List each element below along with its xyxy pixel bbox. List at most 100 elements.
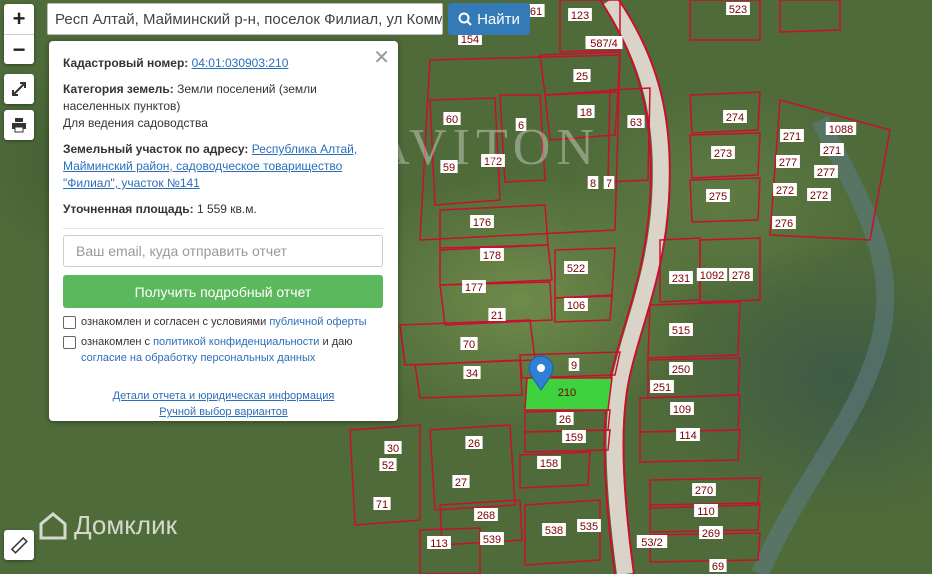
domclick-logo: Домклик xyxy=(38,510,177,541)
plot-label[interactable]: 1092 xyxy=(700,270,724,282)
plot-label[interactable]: 114 xyxy=(679,430,697,442)
measure-button[interactable] xyxy=(4,530,34,560)
offer-link[interactable]: публичной оферты xyxy=(269,316,366,328)
divider xyxy=(63,228,384,229)
plot-label[interactable]: 522 xyxy=(567,263,585,275)
offer-consent: ознакомлен и согласен с условиями публич… xyxy=(63,314,384,330)
area-value: 1 559 кв.м. xyxy=(196,202,257,216)
usage-value: Для ведения садоводства xyxy=(63,116,208,130)
plot-label[interactable]: 53/2 xyxy=(641,537,662,549)
plot-label[interactable]: 71 xyxy=(376,499,388,511)
plot-label[interactable]: 535 xyxy=(580,521,598,533)
privacy-mid: и даю xyxy=(322,336,353,348)
plot-label[interactable]: 269 xyxy=(702,528,720,540)
plot-label[interactable]: 113 xyxy=(430,538,448,550)
plot-label[interactable]: 250 xyxy=(672,364,690,376)
plot-label[interactable]: 273 xyxy=(714,148,732,160)
find-button-label: Найти xyxy=(477,10,520,28)
plot-label[interactable]: 177 xyxy=(465,282,483,294)
print-button[interactable] xyxy=(4,110,34,140)
plot-label[interactable]: 27 xyxy=(455,477,467,489)
plot-label[interactable]: 278 xyxy=(732,270,750,282)
plot-label[interactable]: 271 xyxy=(823,145,841,157)
plot-label[interactable]: 539 xyxy=(483,534,501,546)
privacy-consent: ознакомлен с политикой конфиденциальност… xyxy=(63,334,384,366)
plot-label[interactable]: 21 xyxy=(491,310,503,322)
plot-info-panel: ✕ Кадастровый номер: 04:01:030903:210 Ка… xyxy=(49,41,398,421)
plot-label[interactable]: 176 xyxy=(473,217,491,229)
get-report-button[interactable]: Получить подробный отчет xyxy=(63,275,383,308)
plot-label[interactable]: 69 xyxy=(712,561,724,573)
plot-label[interactable]: 154 xyxy=(461,34,479,46)
domclick-house-icon xyxy=(39,511,67,539)
plot-label[interactable]: 123 xyxy=(571,10,589,22)
plot-label[interactable]: 276 xyxy=(775,218,793,230)
cadastral-row: Кадастровый номер: 04:01:030903:210 xyxy=(63,55,384,72)
find-button[interactable]: Найти xyxy=(448,3,530,35)
privacy-checkbox[interactable] xyxy=(63,336,76,349)
plot-label[interactable]: 275 xyxy=(709,191,727,203)
ruler-icon xyxy=(10,536,28,554)
plot-label[interactable]: 538 xyxy=(545,525,563,537)
data-consent-link[interactable]: согласие на обработку персональных данны… xyxy=(81,352,315,364)
manual-row: Ручной выбор вариантов xyxy=(63,404,384,420)
plot-label[interactable]: 26 xyxy=(468,438,480,450)
zoom-control: + − xyxy=(4,4,34,64)
plot-label[interactable]: 70 xyxy=(463,339,475,351)
plot-label[interactable]: 25 xyxy=(576,71,588,83)
plot-label[interactable]: 7 xyxy=(606,178,612,190)
offer-checkbox[interactable] xyxy=(63,316,76,329)
plot-label[interactable]: 268 xyxy=(477,510,495,522)
plot-label[interactable]: 106 xyxy=(567,300,585,312)
plot-label[interactable]: 8 xyxy=(590,178,596,190)
plot-label[interactable]: 109 xyxy=(673,404,691,416)
zoom-in-button[interactable]: + xyxy=(4,4,34,35)
area-row: Уточненная площадь: 1 559 кв.м. xyxy=(63,201,384,218)
plot-label[interactable]: 272 xyxy=(776,185,794,197)
plot-label[interactable]: 270 xyxy=(695,485,713,497)
domclick-brand: Домклик xyxy=(74,510,177,540)
address-label: Земельный участок по адресу: xyxy=(63,142,249,156)
plot-label[interactable]: 63 xyxy=(630,117,642,129)
plot-label[interactable]: 277 xyxy=(817,167,835,179)
plot-label[interactable]: 587/4 xyxy=(590,38,618,50)
zoom-out-button[interactable]: − xyxy=(4,35,34,65)
plot-label[interactable]: 9 xyxy=(571,360,577,372)
fullscreen-button[interactable] xyxy=(4,74,34,104)
plot-label[interactable]: 231 xyxy=(672,273,690,285)
plot-label[interactable]: 178 xyxy=(483,250,501,262)
plot-label[interactable]: 210 xyxy=(558,387,576,399)
plot-label[interactable]: 523 xyxy=(729,4,747,16)
area-label: Уточненная площадь: xyxy=(63,202,194,216)
address-search-input[interactable]: Респ Алтай, Майминский р-н, поселок Фили… xyxy=(47,3,443,35)
plot-label[interactable]: 274 xyxy=(726,112,744,124)
print-icon xyxy=(12,118,26,133)
plot-label[interactable]: 34 xyxy=(466,368,478,380)
plot-label[interactable]: 159 xyxy=(565,432,583,444)
plot-label[interactable]: 26 xyxy=(559,414,571,426)
privacy-text: ознакомлен с xyxy=(81,336,151,348)
search-icon xyxy=(458,12,472,26)
manual-select-link[interactable]: Ручной выбор вариантов xyxy=(159,406,287,418)
plot-label[interactable]: 52 xyxy=(382,460,394,472)
plot-label[interactable]: 61 xyxy=(530,6,542,18)
plot-label[interactable]: 1088 xyxy=(829,124,853,136)
plot-label[interactable]: 277 xyxy=(779,157,797,169)
category-row: Категория земель: Земли поселений (земли… xyxy=(63,81,384,132)
plot-label[interactable]: 30 xyxy=(387,443,399,455)
address-row: Земельный участок по адресу: Республика … xyxy=(63,141,384,192)
plot-label[interactable]: 158 xyxy=(540,458,558,470)
privacy-link[interactable]: политикой конфиденциальности xyxy=(153,336,319,348)
plot-label[interactable]: 515 xyxy=(672,325,690,337)
plot-label[interactable]: 251 xyxy=(653,382,671,394)
cadastral-label: Кадастровый номер: xyxy=(63,56,189,70)
plot-label[interactable]: 110 xyxy=(697,506,715,518)
details-link[interactable]: Детали отчета и юридическая информация xyxy=(113,390,335,402)
email-field[interactable]: Ваш email, куда отправить отчет xyxy=(63,235,383,267)
cadastral-link[interactable]: 04:01:030903:210 xyxy=(192,56,289,70)
details-row: Детали отчета и юридическая информация xyxy=(63,388,384,404)
offer-text: ознакомлен и согласен с условиями xyxy=(81,316,267,328)
plot-label[interactable]: 271 xyxy=(783,131,801,143)
plot-label[interactable]: 272 xyxy=(810,190,828,202)
close-icon[interactable]: ✕ xyxy=(373,45,390,70)
